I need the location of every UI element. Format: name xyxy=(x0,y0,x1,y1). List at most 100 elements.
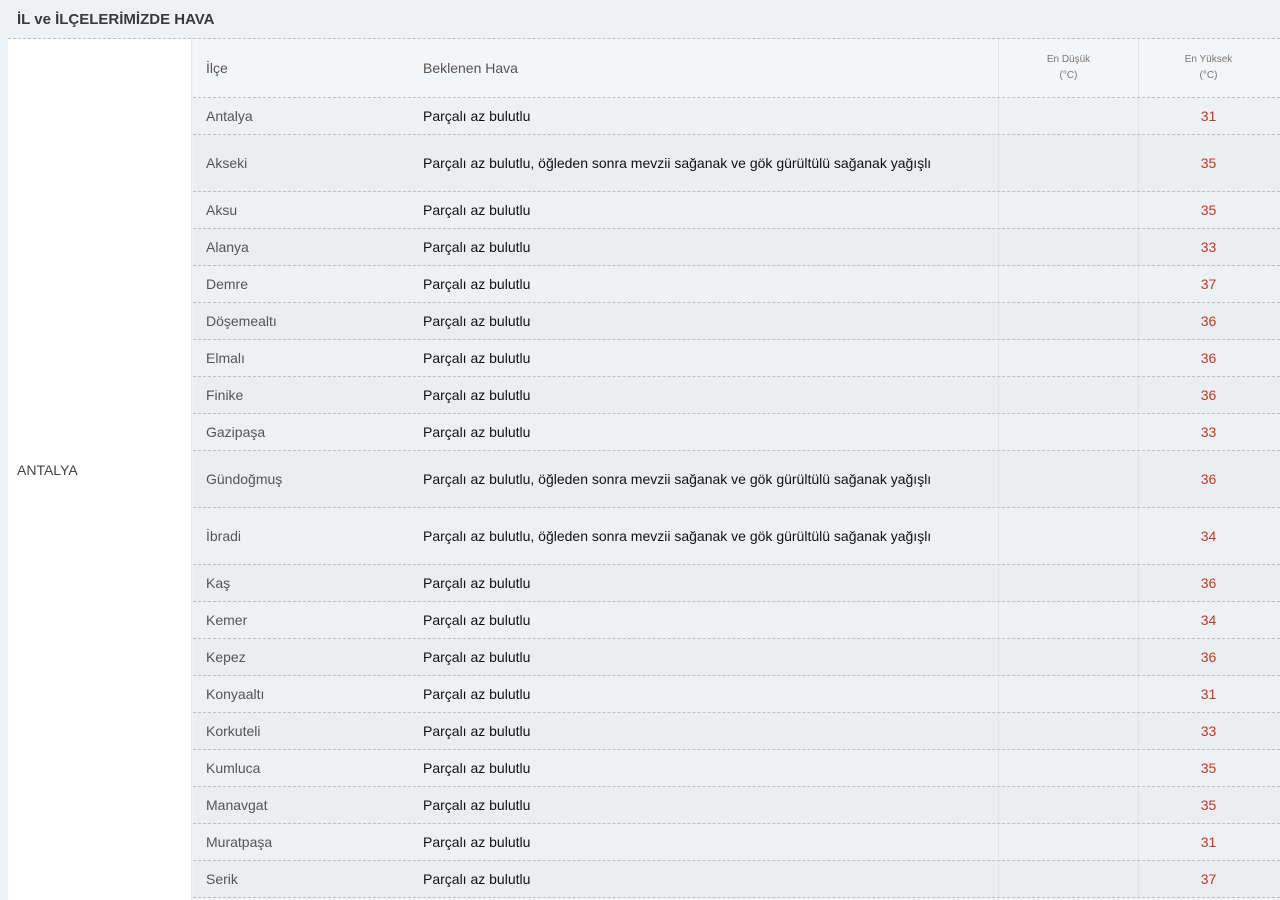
table-row: Aksu Parçalı az bulutlu 35 xyxy=(193,192,1280,229)
high-temp-cell: 31 xyxy=(1138,676,1278,712)
low-temp-cell xyxy=(998,861,1138,897)
low-temp-cell xyxy=(998,451,1138,507)
district-cell: Döşemealtı xyxy=(206,313,277,329)
header-high-temp: En Yüksek (°C) xyxy=(1138,39,1278,97)
table-row: Gündoğmuş Parçalı az bulutlu, öğleden son… xyxy=(193,451,1280,508)
table-row: İbradi Parçalı az bulutlu, öğleden sonra … xyxy=(193,508,1280,565)
table-row: Kaş Parçalı az bulutlu 36 xyxy=(193,565,1280,602)
low-temp-cell xyxy=(998,602,1138,638)
high-temp-cell: 37 xyxy=(1138,861,1278,897)
table-row: Döşemealtı Parçalı az bulutlu 36 xyxy=(193,303,1280,340)
header-high-unit: (°C) xyxy=(1199,70,1218,81)
header-high-label: En Yüksek xyxy=(1184,54,1233,65)
header-district: İlçe xyxy=(206,60,228,76)
high-temp-cell: 36 xyxy=(1138,565,1278,601)
table-row: Gazipaşa Parçalı az bulutlu 33 xyxy=(193,414,1280,451)
weather-panel: İL ve İLÇELERİMİZDE HAVA ANTALYA İlçe Be… xyxy=(8,0,1280,900)
forecast-cell: Parçalı az bulutlu xyxy=(423,238,531,255)
low-temp-cell xyxy=(998,676,1138,712)
table-row: Akseki Parçalı az bulutlu, öğleden sonra … xyxy=(193,135,1280,192)
high-temp-cell: 35 xyxy=(1138,135,1278,191)
forecast-cell: Parçalı az bulutlu xyxy=(423,796,531,813)
table-row: Alanya Parçalı az bulutlu 33 xyxy=(193,229,1280,266)
high-temp-cell: 35 xyxy=(1138,787,1278,823)
district-cell: Gündoğmuş xyxy=(206,471,283,487)
district-cell: Elmalı xyxy=(206,350,245,366)
high-temp-cell: 33 xyxy=(1138,713,1278,749)
forecast-cell: Parçalı az bulutlu xyxy=(423,107,531,124)
district-cell: Manavgat xyxy=(206,797,268,813)
low-temp-cell xyxy=(998,98,1138,134)
high-temp-cell: 36 xyxy=(1138,639,1278,675)
district-cell: Finike xyxy=(206,387,244,403)
district-cell: İbradi xyxy=(206,528,242,544)
high-temp-cell: 34 xyxy=(1138,602,1278,638)
district-cell: Alanya xyxy=(206,239,249,255)
district-cell: Kumluca xyxy=(206,760,261,776)
high-temp-cell: 36 xyxy=(1138,340,1278,376)
table-row: Demre Parçalı az bulutlu 37 xyxy=(193,266,1280,303)
table-row: Kemer Parçalı az bulutlu 34 xyxy=(193,602,1280,639)
header-low-label: En Düşük xyxy=(1046,54,1091,65)
district-cell: Antalya xyxy=(206,108,253,124)
table-row: Manavgat Parçalı az bulutlu 35 xyxy=(193,787,1280,824)
header-low-temp: En Düşük (°C) xyxy=(998,39,1138,97)
forecast-cell: Parçalı az bulutlu xyxy=(423,648,531,665)
table-row: Antalya Parçalı az bulutlu 31 xyxy=(193,98,1280,135)
low-temp-cell xyxy=(998,266,1138,302)
district-cell: Aksu xyxy=(206,202,238,218)
high-temp-cell: 37 xyxy=(1138,266,1278,302)
high-temp-cell: 33 xyxy=(1138,229,1278,265)
district-cell: Konyaaltı xyxy=(206,686,265,702)
forecast-cell: Parçalı az bulutlu xyxy=(423,759,531,776)
table-row: Korkuteli Parçalı az bulutlu 33 xyxy=(193,713,1280,750)
district-cell: Muratpaşa xyxy=(206,834,273,850)
table-row: Elmalı Parçalı az bulutlu 36 xyxy=(193,340,1280,377)
forecast-cell: Parçalı az bulutlu xyxy=(423,201,531,218)
forecast-cell: Parçalı az bulutlu, öğleden sonra mevzii… xyxy=(423,527,932,544)
forecast-cell: Parçalı az bulutlu xyxy=(423,312,531,329)
district-cell: Serik xyxy=(206,871,238,887)
forecast-cell: Parçalı az bulutlu xyxy=(423,386,531,403)
table-row: Kepez Parçalı az bulutlu 36 xyxy=(193,639,1280,676)
district-cell: Kepez xyxy=(206,649,246,665)
header-forecast: Beklenen Hava xyxy=(423,59,518,76)
table-row: Serik Parçalı az bulutlu 37 xyxy=(193,861,1280,898)
forecast-cell: Parçalı az bulutlu xyxy=(423,833,531,850)
high-temp-cell: 31 xyxy=(1138,824,1278,860)
low-temp-cell xyxy=(998,787,1138,823)
forecast-cell: Parçalı az bulutlu xyxy=(423,423,531,440)
high-temp-cell: 36 xyxy=(1138,451,1278,507)
low-temp-cell xyxy=(998,639,1138,675)
forecast-cell: Parçalı az bulutlu xyxy=(423,611,531,628)
low-temp-cell xyxy=(998,414,1138,450)
province-name: ANTALYA xyxy=(8,39,192,900)
forecast-cell: Parçalı az bulutlu xyxy=(423,870,531,887)
low-temp-cell xyxy=(998,565,1138,601)
low-temp-cell xyxy=(998,713,1138,749)
low-temp-cell xyxy=(998,340,1138,376)
low-temp-cell xyxy=(998,750,1138,786)
district-cell: Kaş xyxy=(206,575,231,591)
high-temp-cell: 35 xyxy=(1138,750,1278,786)
district-cell: Kemer xyxy=(206,612,248,628)
table-row: Muratpaşa Parçalı az bulutlu 31 xyxy=(193,824,1280,861)
forecast-cell: Parçalı az bulutlu xyxy=(423,349,531,366)
forecast-cell: Parçalı az bulutlu xyxy=(423,685,531,702)
low-temp-cell xyxy=(998,824,1138,860)
high-temp-cell: 33 xyxy=(1138,414,1278,450)
low-temp-cell xyxy=(998,303,1138,339)
low-temp-cell xyxy=(998,508,1138,564)
high-temp-cell: 34 xyxy=(1138,508,1278,564)
district-table: İlçe Beklenen Hava En Düşük (°C) En Yüks… xyxy=(193,39,1280,898)
forecast-cell: Parçalı az bulutlu, öğleden sonra mevzii… xyxy=(423,154,932,171)
high-temp-cell: 35 xyxy=(1138,192,1278,228)
forecast-cell: Parçalı az bulutlu xyxy=(423,574,531,591)
table-row: Finike Parçalı az bulutlu 36 xyxy=(193,377,1280,414)
panel-title: İL ve İLÇELERİMİZDE HAVA xyxy=(8,0,1280,39)
district-cell: Korkuteli xyxy=(206,723,261,739)
table-header-row: İlçe Beklenen Hava En Düşük (°C) En Yüks… xyxy=(193,39,1280,98)
high-temp-cell: 36 xyxy=(1138,303,1278,339)
high-temp-cell: 36 xyxy=(1138,377,1278,413)
low-temp-cell xyxy=(998,377,1138,413)
